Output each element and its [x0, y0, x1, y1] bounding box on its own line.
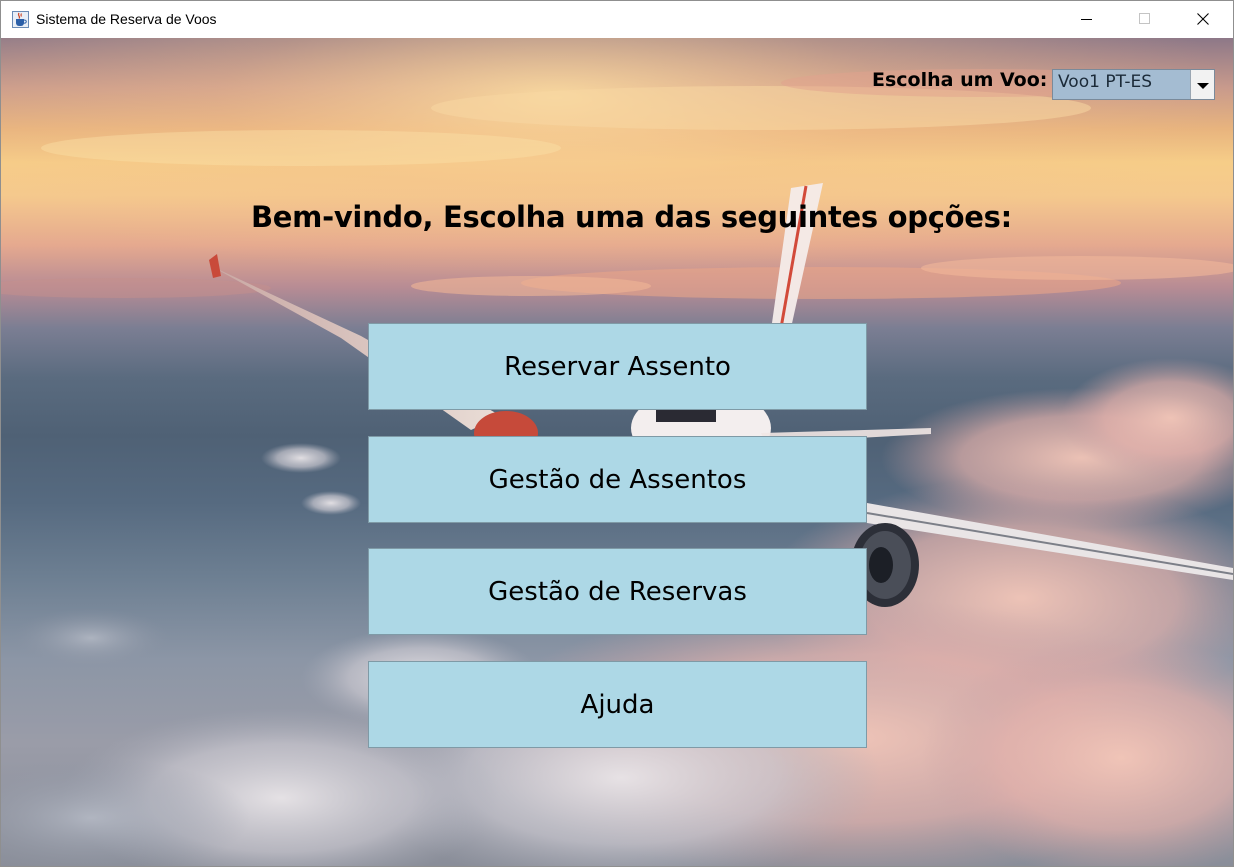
close-button[interactable]	[1174, 1, 1232, 38]
flight-select-dropdown[interactable]: Voo1 PT-ES	[1052, 69, 1215, 100]
dropdown-arrow-button[interactable]	[1190, 70, 1214, 99]
manage-seats-button[interactable]: Gestão de Assentos	[368, 436, 867, 523]
minimize-button[interactable]	[1058, 1, 1116, 38]
flight-select-label: Escolha um Voo:	[872, 69, 1048, 91]
minimize-icon	[1081, 10, 1093, 29]
title-bar[interactable]: Sistema de Reserva de Voos	[1, 1, 1233, 38]
application-window: Sistema de Reserva de Voos Escolha um Vo…	[0, 0, 1234, 867]
java-cup-icon	[12, 11, 29, 28]
reserve-seat-button[interactable]: Reservar Assento	[368, 323, 867, 410]
maximize-button[interactable]	[1116, 1, 1174, 38]
dropdown-arrow-icon	[1196, 75, 1209, 94]
welcome-heading: Bem-vindo, Escolha uma das seguintes opç…	[251, 200, 1012, 234]
window-title: Sistema de Reserva de Voos	[36, 11, 217, 27]
help-button[interactable]: Ajuda	[368, 661, 867, 748]
maximize-icon	[1139, 10, 1151, 29]
flight-select-value: Voo1 PT-ES	[1058, 72, 1153, 92]
main-panel: Escolha um Voo: Voo1 PT-ES Bem-vindo, Es…	[1, 38, 1233, 866]
manage-reservations-button[interactable]: Gestão de Reservas	[368, 548, 867, 635]
close-icon	[1197, 10, 1209, 29]
